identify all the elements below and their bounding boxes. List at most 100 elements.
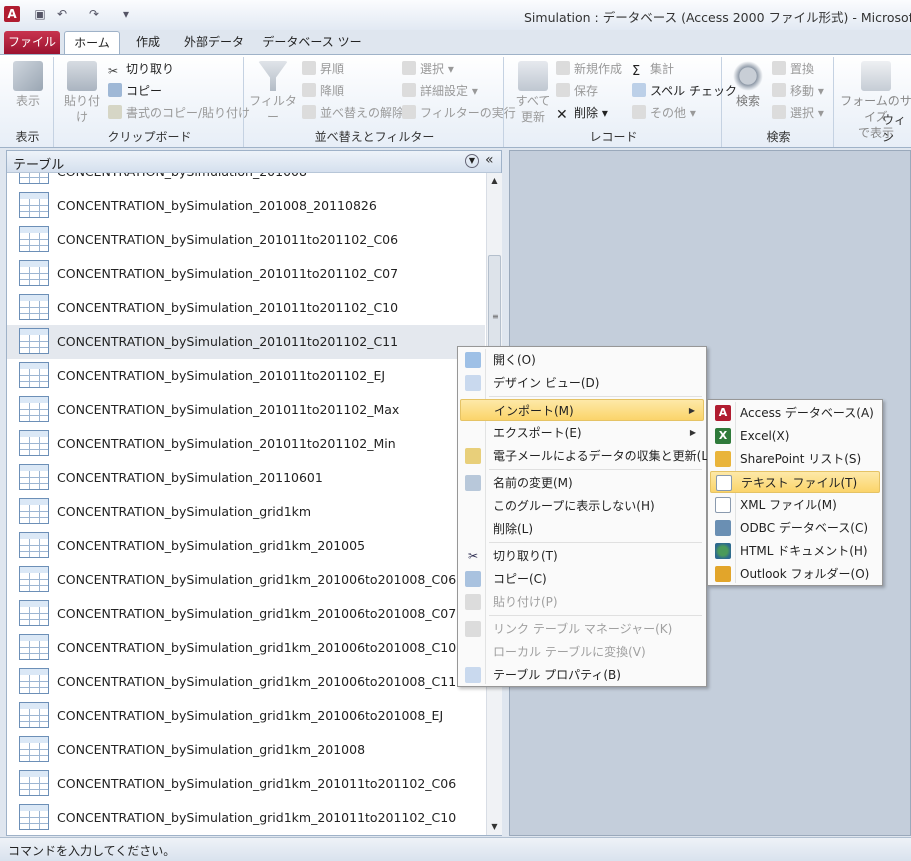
table-list-item[interactable]: CONCENTRATION_bySimulation_201008_201108… — [7, 189, 485, 223]
refresh-all-button[interactable]: すべて 更新 — [508, 59, 558, 125]
table-list-item[interactable]: CONCENTRATION_bySimulation_grid1km_20100… — [7, 699, 485, 733]
access-app-icon[interactable]: A — [4, 6, 20, 22]
menu-convert-local[interactable]: ローカル テーブルに変換(V) — [460, 641, 704, 663]
nav-pane-menu-icon[interactable]: ▼ — [465, 154, 479, 168]
selection-filter-button[interactable]: 選択 ▾ — [402, 59, 454, 79]
import-outlook[interactable]: Outlook フォルダー(O) — [710, 563, 880, 585]
copy-button[interactable]: コピー — [108, 81, 162, 101]
find-button[interactable]: 検索 — [726, 59, 770, 109]
table-list-item[interactable]: CONCENTRATION_bySimulation_grid1km — [7, 495, 485, 529]
tab-create[interactable]: 作成 — [126, 31, 170, 54]
nav-pane-header[interactable]: テーブル ▼ « — [7, 151, 501, 173]
totals-label: 集計 — [650, 62, 675, 76]
table-list-item[interactable]: CONCENTRATION_bySimulation_grid1km_20100… — [7, 563, 485, 597]
sort-descending-button[interactable]: 降順 — [302, 81, 344, 101]
filter-button[interactable]: フィルター — [248, 59, 298, 125]
menu-paste[interactable]: 貼り付け(P) — [460, 591, 704, 613]
paste-button[interactable]: 貼り付け — [60, 59, 104, 125]
tab-database-tools[interactable]: データベース ツール — [258, 31, 366, 72]
scissors-icon: ✂ — [108, 64, 119, 78]
spelling-button[interactable]: スペル チェック — [632, 81, 737, 101]
table-list-item[interactable]: CONCENTRATION_bySimulation_grid1km_20100… — [7, 631, 485, 665]
table-list-item[interactable]: CONCENTRATION_bySimulation_grid1km_20100… — [7, 529, 485, 563]
view-button[interactable]: 表示 — [6, 59, 50, 109]
advanced-filter-button[interactable]: 詳細設定 ▾ — [402, 81, 478, 101]
scroll-up-icon[interactable]: ▲ — [487, 173, 502, 189]
clear-sort-button[interactable]: 並べ替えの解除 — [302, 103, 404, 123]
tab-home[interactable]: ホーム — [64, 31, 120, 54]
ribbon-tabs: ファイル ホーム 作成 外部データ データベース ツール — [0, 30, 911, 72]
replace-button[interactable]: 置換 — [772, 59, 814, 79]
totals-button[interactable]: Σ 集計 — [632, 59, 674, 79]
menu-email-collect[interactable]: 電子メールによるデータの収集と更新(L) — [460, 445, 713, 467]
brush-icon — [108, 105, 122, 119]
menu-export[interactable]: エクスポート(E) ▶ — [460, 422, 704, 444]
context-menu: 開く(O) デザイン ビュー(D) インポート(M) ▶ エクスポート(E) ▶ 電… — [457, 346, 713, 687]
table-list-item[interactable]: CONCENTRATION_bySimulation_grid1km_20101… — [7, 767, 485, 801]
toggle-filter-button[interactable]: フィルターの実行 — [402, 103, 516, 123]
table-icon — [19, 294, 49, 320]
select-button[interactable]: 選択 ▾ — [772, 103, 824, 123]
menu-separator — [489, 615, 702, 616]
group-label-sort-filter: 並べ替えとフィルター — [314, 130, 435, 144]
table-list-item[interactable]: CONCENTRATION_bySimulation_grid1km_20101… — [7, 801, 485, 835]
table-list-item[interactable]: CONCENTRATION_bySimulation_201011to20110… — [7, 359, 485, 393]
save-record-icon — [556, 83, 570, 97]
tab-external-data[interactable]: 外部データ — [178, 31, 250, 54]
table-list-item[interactable]: CONCENTRATION_bySimulation_201011to20110… — [7, 223, 485, 257]
table-list-item[interactable]: CONCENTRATION_bySimulation_grid1km_20100… — [7, 665, 485, 699]
import-html[interactable]: HTML ドキュメント(H) — [710, 540, 880, 562]
save-icon[interactable]: ▣ — [32, 6, 48, 22]
sort-ascending-button[interactable]: 昇順 — [302, 59, 344, 79]
scroll-down-icon[interactable]: ▼ — [487, 819, 502, 835]
table-list-item[interactable]: CONCENTRATION_bySimulation_201011to20110… — [7, 393, 485, 427]
table-list-item[interactable]: CONCENTRATION_bySimulation_201008 — [7, 173, 485, 189]
table-list-item[interactable]: CONCENTRATION_bySimulation_grid1km_20100… — [7, 597, 485, 631]
menu-import[interactable]: インポート(M) ▶ — [460, 399, 704, 421]
new-record-button[interactable]: 新規作成 — [556, 59, 622, 79]
delete-record-button[interactable]: ✕ 削除 ▾ — [556, 103, 608, 123]
table-icon — [19, 260, 49, 286]
menu-open[interactable]: 開く(O) — [460, 349, 704, 371]
more-button[interactable]: その他 ▾ — [632, 103, 696, 123]
save-record-button[interactable]: 保存 — [556, 81, 598, 101]
undo-icon[interactable]: ↶ — [54, 6, 70, 22]
menu-hide[interactable]: このグループに表示しない(H) — [460, 495, 704, 517]
table-list-item[interactable]: CONCENTRATION_bySimulation_20110601 — [7, 461, 485, 495]
import-excel[interactable]: X Excel(X) — [710, 425, 880, 447]
table-list-item[interactable]: CONCENTRATION_bySimulation_201011to20110… — [7, 291, 485, 325]
table-list-item[interactable]: CONCENTRATION_bySimulation_201011to20110… — [7, 427, 485, 461]
import-text-file[interactable]: テキスト ファイル(T) — [710, 471, 880, 493]
table-name: CONCENTRATION_bySimulation_201011to20110… — [57, 436, 396, 451]
menu-table-properties[interactable]: テーブル プロパティ(B) — [460, 664, 704, 686]
menu-rename[interactable]: 名前の変更(M) — [460, 472, 704, 494]
replace-label: 置換 — [790, 62, 815, 76]
menu-copy[interactable]: コピー(C) — [460, 568, 704, 590]
customize-qat-icon[interactable]: ▾ — [118, 6, 134, 22]
menu-delete[interactable]: 削除(L) — [460, 518, 704, 540]
menu-design-view[interactable]: デザイン ビュー(D) — [460, 372, 704, 394]
html-icon — [715, 543, 731, 559]
import-xml[interactable]: XML ファイル(M) — [710, 494, 880, 516]
import-sharepoint[interactable]: SharePoint リスト(S) — [710, 448, 880, 470]
import-access[interactable]: A Access データベース(A) — [710, 402, 880, 424]
binoculars-icon — [733, 61, 763, 91]
find-label: 検索 — [735, 94, 760, 108]
menu-linked-table-manager[interactable]: リンク テーブル マネージャー(K) — [460, 618, 704, 640]
menu-hide-label: このグループに表示しない(H) — [493, 499, 655, 513]
table-list-item[interactable]: CONCENTRATION_bySimulation_grid1km_20100… — [7, 733, 485, 767]
table-list-item[interactable]: CONCENTRATION_bySimulation_201011to20110… — [7, 325, 485, 359]
redo-icon[interactable]: ↷ — [86, 6, 102, 22]
table-list-item[interactable]: CONCENTRATION_bySimulation_201011to20110… — [7, 257, 485, 291]
collapse-pane-icon[interactable]: « — [485, 152, 494, 168]
toggle-filter-icon — [402, 105, 416, 119]
goto-button[interactable]: 移動 ▾ — [772, 81, 824, 101]
import-odbc[interactable]: ODBC データベース(C) — [710, 517, 880, 539]
format-painter-button[interactable]: 書式のコピー/貼り付け — [108, 103, 250, 123]
menu-cut[interactable]: ✂ 切り取り(T) — [460, 545, 704, 567]
table-icon — [19, 362, 49, 388]
filter-label: フィルター — [249, 94, 297, 124]
cut-button[interactable]: ✂ 切り取り — [108, 59, 174, 79]
tab-file[interactable]: ファイル — [4, 31, 60, 54]
import-odbc-label: ODBC データベース(C) — [740, 521, 869, 535]
